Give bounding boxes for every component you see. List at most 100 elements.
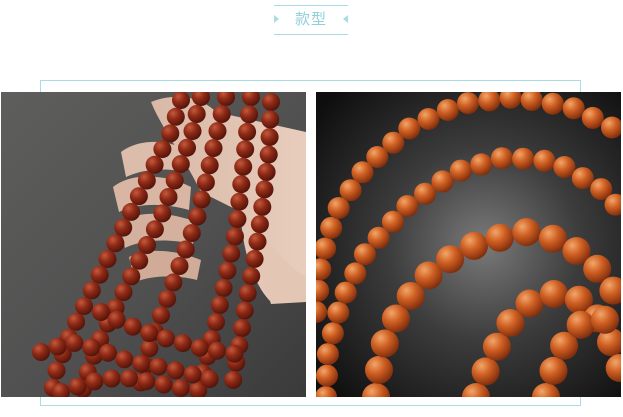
bead	[178, 138, 196, 157]
bead	[130, 251, 149, 270]
photo-left	[1, 92, 306, 397]
bead	[238, 122, 257, 141]
bead	[208, 341, 226, 360]
bead	[457, 92, 479, 115]
bead	[187, 105, 206, 123]
section-heading: 款型	[274, 5, 348, 35]
bead	[170, 257, 189, 275]
bead	[138, 236, 156, 254]
bead	[114, 218, 133, 237]
bead	[166, 361, 185, 380]
bead	[245, 249, 264, 268]
bead	[316, 343, 339, 366]
bead	[140, 339, 159, 358]
bead	[248, 232, 267, 251]
bead	[107, 310, 126, 329]
bead	[538, 224, 567, 253]
bead	[183, 122, 202, 141]
bead	[539, 356, 568, 385]
bead	[204, 139, 223, 158]
bead	[90, 265, 109, 284]
bead	[436, 245, 465, 274]
bead	[235, 301, 254, 320]
bead	[68, 377, 87, 396]
bead	[255, 180, 274, 199]
bead	[98, 250, 117, 268]
bead	[102, 369, 121, 388]
bead	[165, 171, 184, 190]
orange-bead-necklace-closeup-photo	[316, 92, 621, 397]
bead	[114, 283, 133, 302]
bead	[171, 379, 190, 397]
bead	[183, 365, 202, 384]
bead	[591, 305, 619, 334]
bead	[129, 187, 148, 206]
bead	[512, 218, 541, 247]
bead	[316, 364, 338, 387]
bead	[149, 357, 168, 376]
bead	[222, 244, 241, 263]
bead	[224, 370, 243, 389]
bead	[512, 147, 535, 170]
red-bead-necklace-in-hand-photo	[1, 92, 306, 397]
bead	[159, 188, 178, 206]
bead	[225, 344, 244, 363]
bead	[152, 306, 170, 325]
bead	[320, 216, 343, 239]
heading-bottom-rule	[274, 34, 348, 35]
bead	[145, 155, 164, 174]
bead	[196, 173, 215, 192]
bead	[233, 319, 251, 337]
bead	[99, 343, 117, 362]
bead	[370, 329, 399, 358]
bead	[123, 317, 142, 336]
heading-right-arrow-icon	[343, 15, 348, 23]
bead	[82, 281, 101, 300]
bead	[132, 354, 151, 373]
bead	[365, 355, 393, 384]
bead	[218, 261, 237, 280]
bead	[240, 105, 259, 124]
bead	[166, 107, 185, 126]
bead	[154, 375, 173, 394]
bead	[47, 361, 66, 380]
bead	[48, 337, 67, 356]
bead	[581, 106, 604, 129]
bead	[253, 197, 272, 216]
bead	[67, 312, 86, 331]
bead	[158, 289, 177, 308]
bead	[398, 117, 421, 140]
bead	[250, 215, 269, 234]
bead	[566, 310, 595, 339]
bead	[153, 204, 172, 223]
bead	[208, 122, 227, 141]
bead	[210, 296, 229, 314]
bead	[541, 92, 564, 115]
bead	[460, 231, 488, 260]
bead	[192, 190, 211, 209]
bead	[82, 338, 101, 357]
bead	[85, 372, 104, 391]
bead	[65, 333, 84, 352]
bead	[417, 108, 440, 130]
bead	[232, 175, 251, 194]
bead	[171, 155, 190, 174]
bead	[339, 179, 362, 202]
bead	[153, 140, 172, 159]
bead	[482, 332, 511, 361]
bead	[260, 128, 279, 147]
bead	[327, 301, 350, 324]
bead	[137, 372, 156, 391]
bead	[553, 156, 576, 178]
bead	[145, 220, 164, 239]
bead	[173, 334, 192, 353]
bead	[115, 350, 134, 369]
bead	[137, 171, 156, 190]
section-title: 款型	[294, 10, 327, 28]
bead	[164, 273, 183, 292]
bead	[436, 99, 459, 121]
bead	[562, 97, 585, 120]
bead	[207, 313, 225, 332]
bead	[214, 278, 233, 297]
bead	[431, 170, 454, 193]
